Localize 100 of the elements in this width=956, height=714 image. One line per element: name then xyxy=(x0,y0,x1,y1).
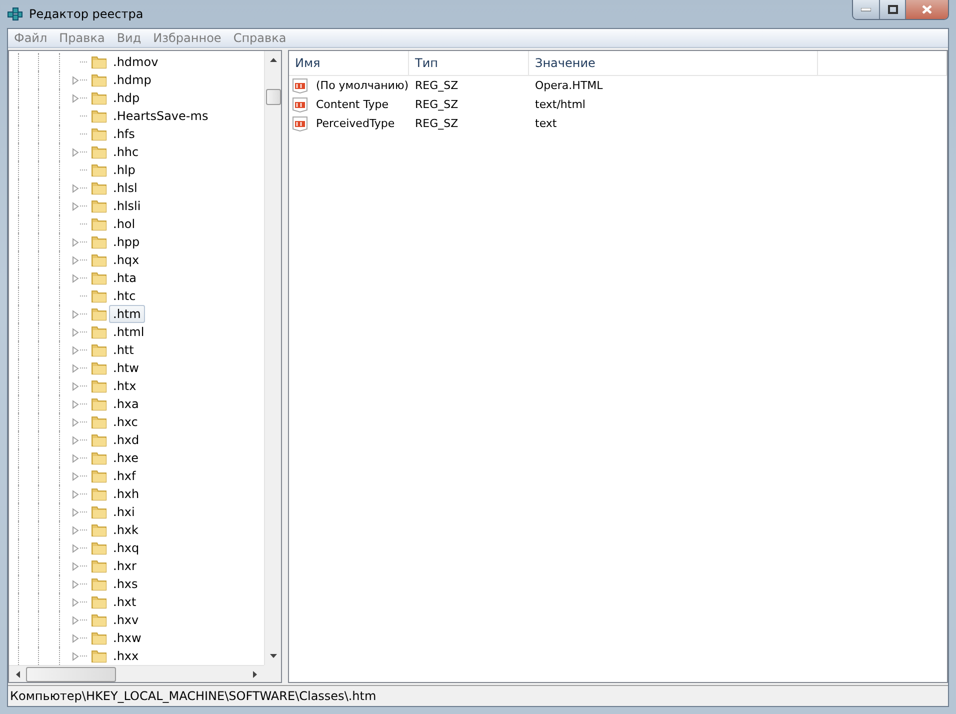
tree-item[interactable]: .hqx xyxy=(109,251,144,269)
menu-item[interactable]: Правка xyxy=(53,29,111,47)
connector-line xyxy=(80,79,88,81)
folder-icon xyxy=(91,234,107,250)
tree-item[interactable]: .hlp xyxy=(109,161,140,179)
expand-arrow-icon[interactable] xyxy=(72,346,80,354)
tree-item[interactable]: .html xyxy=(109,323,148,341)
maximize-icon xyxy=(888,5,898,14)
folder-icon xyxy=(91,288,107,304)
tree-item[interactable]: .hxs xyxy=(109,575,142,593)
menu-item[interactable]: Файл xyxy=(8,29,54,47)
expand-arrow-icon[interactable] xyxy=(72,418,80,426)
tree-item[interactable]: .htm xyxy=(109,305,145,323)
tree-item[interactable]: .htx xyxy=(109,377,140,395)
menu-item[interactable]: Избранное xyxy=(147,29,228,47)
column-header[interactable]: Имя xyxy=(289,51,409,75)
folder-icon xyxy=(91,414,107,430)
expand-arrow-icon[interactable] xyxy=(72,436,80,444)
tree-item[interactable]: .hxc xyxy=(109,413,142,431)
expand-arrow-icon[interactable] xyxy=(72,562,80,570)
connector-line xyxy=(80,205,88,207)
folder-icon xyxy=(91,558,107,574)
tree-item[interactable]: .hxx xyxy=(109,647,143,665)
scroll-thumb[interactable] xyxy=(266,89,280,105)
expand-arrow-icon[interactable] xyxy=(72,508,80,516)
tree-item[interactable]: .hhc xyxy=(109,143,143,161)
expand-arrow-icon[interactable] xyxy=(72,544,80,552)
expand-arrow-icon[interactable] xyxy=(72,400,80,408)
table-cell-text: Opera.HTML xyxy=(534,79,604,92)
connector-line xyxy=(80,277,88,279)
menu-item[interactable]: Справка xyxy=(227,29,292,47)
tree-item[interactable]: .hxq xyxy=(109,539,144,557)
tree-item[interactable]: .hxh xyxy=(109,485,144,503)
scroll-thumb[interactable] xyxy=(26,666,116,682)
expand-arrow-icon[interactable] xyxy=(72,310,80,318)
tree-item[interactable]: .hlsli xyxy=(109,197,145,215)
expand-arrow-icon[interactable] xyxy=(72,580,80,588)
tree-item[interactable]: .hlsl xyxy=(109,179,142,197)
expand-arrow-icon[interactable] xyxy=(72,256,80,264)
maximize-button[interactable] xyxy=(879,0,905,19)
tree-item[interactable]: .hxf xyxy=(109,467,140,485)
expand-arrow-icon[interactable] xyxy=(72,148,80,156)
folder-icon xyxy=(91,198,107,214)
column-header[interactable]: Тип xyxy=(409,51,529,75)
expand-arrow-icon[interactable] xyxy=(72,652,80,660)
expand-arrow-icon[interactable] xyxy=(72,382,80,390)
folder-icon xyxy=(91,504,107,520)
folder-icon xyxy=(91,540,107,556)
expand-arrow-icon[interactable] xyxy=(72,616,80,624)
tree-item[interactable]: .hxw xyxy=(109,629,146,647)
expand-arrow-icon[interactable] xyxy=(72,490,80,498)
connector-line xyxy=(80,493,88,495)
expand-arrow-icon[interactable] xyxy=(72,526,80,534)
expand-arrow-icon[interactable] xyxy=(72,472,80,480)
tree-item[interactable]: .hdmp xyxy=(109,71,156,89)
tree-item[interactable]: .hta xyxy=(109,269,140,287)
folder-icon xyxy=(91,522,107,538)
column-header[interactable]: Значение xyxy=(529,51,818,75)
expand-arrow-icon[interactable] xyxy=(72,94,80,102)
table-cell-text: (По умолчанию) xyxy=(315,79,408,92)
expand-arrow-icon[interactable] xyxy=(72,274,80,282)
tree-item[interactable]: .hxd xyxy=(109,431,144,449)
menu-item[interactable]: Вид xyxy=(110,29,148,47)
folder-icon xyxy=(91,630,107,646)
tree-item[interactable]: .hxk xyxy=(109,521,142,539)
tree-item[interactable]: .htt xyxy=(109,341,138,359)
tree-item[interactable]: .htc xyxy=(109,287,140,305)
tree-item[interactable]: .hxe xyxy=(109,449,143,467)
horizontal-scrollbar[interactable] xyxy=(9,665,264,682)
tree-item[interactable]: .hxt xyxy=(109,593,140,611)
expand-arrow-icon[interactable] xyxy=(72,238,80,246)
tree-item[interactable]: .hdp xyxy=(109,89,144,107)
tree-item[interactable]: .hxr xyxy=(109,557,140,575)
tree-item[interactable]: .HeartsSave-ms xyxy=(109,107,212,125)
tree-item[interactable]: .hfs xyxy=(109,125,139,143)
expand-arrow-icon[interactable] xyxy=(72,364,80,372)
tree-item[interactable]: .hxi xyxy=(109,503,139,521)
tree-item[interactable]: .htw xyxy=(109,359,143,377)
close-button[interactable] xyxy=(905,0,948,19)
expand-arrow-icon[interactable] xyxy=(72,634,80,642)
vertical-scrollbar[interactable] xyxy=(264,51,281,665)
expand-arrow-icon[interactable] xyxy=(72,454,80,462)
expand-arrow-icon[interactable] xyxy=(72,184,80,192)
connector-line xyxy=(80,619,88,621)
folder-icon xyxy=(91,252,107,268)
tree-item[interactable]: .hol xyxy=(109,215,140,233)
expand-arrow-icon[interactable] xyxy=(72,202,80,210)
tree-item[interactable]: .hdmov xyxy=(109,53,162,71)
expand-arrow-icon[interactable] xyxy=(72,598,80,606)
expand-arrow-icon[interactable] xyxy=(72,76,80,84)
tree-item[interactable]: .hpp xyxy=(109,233,144,251)
connector-line xyxy=(80,583,88,585)
tree-item[interactable]: .hxv xyxy=(109,611,143,629)
expand-arrow-icon[interactable] xyxy=(72,328,80,336)
connector-line xyxy=(80,565,88,567)
string-value-icon xyxy=(292,78,308,94)
connector-line xyxy=(80,385,88,387)
folder-icon xyxy=(91,180,107,196)
folder-icon xyxy=(91,324,107,340)
tree-item[interactable]: .hxa xyxy=(109,395,143,413)
